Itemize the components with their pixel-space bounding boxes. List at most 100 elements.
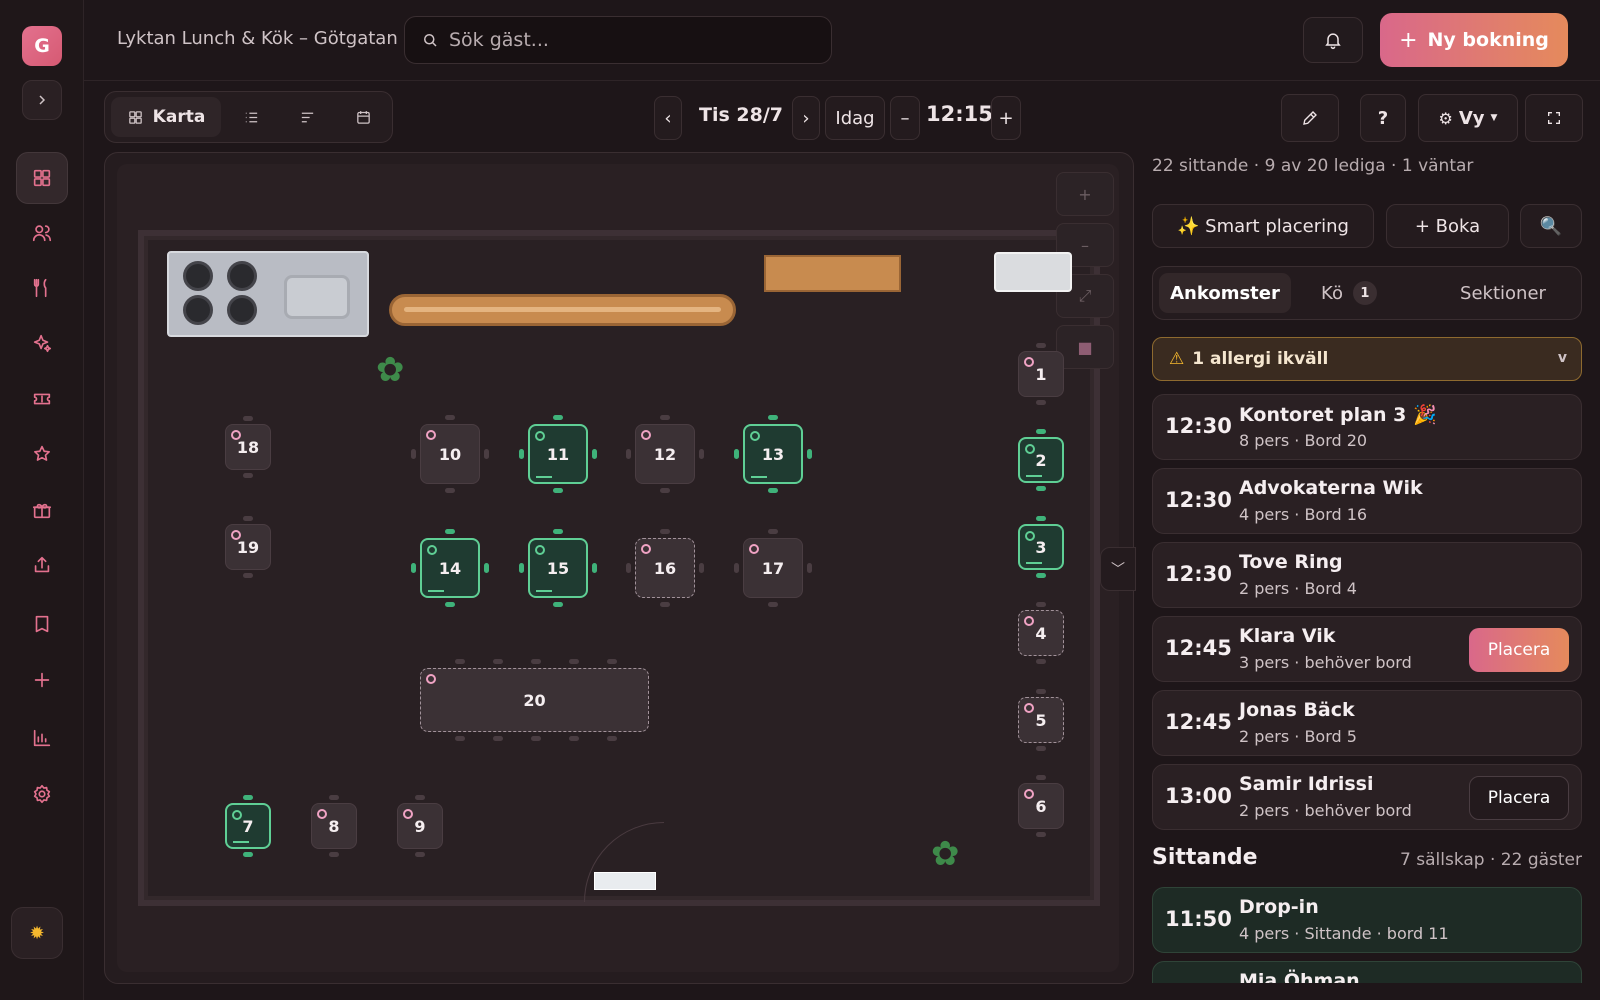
chair — [699, 449, 704, 459]
fullscreen-button[interactable] — [1525, 94, 1583, 142]
table-15[interactable]: 15 — [528, 538, 588, 598]
table-9[interactable]: 9 — [397, 803, 443, 849]
arrival-time: 12:30 — [1165, 414, 1232, 438]
arrival-row[interactable]: 12:30 Tove Ring 2 pers · Bord 4 — [1152, 542, 1582, 608]
time-plus-button[interactable]: + — [991, 96, 1021, 140]
prev-day-button[interactable]: ‹ — [654, 96, 682, 140]
table-19[interactable]: 19 — [225, 524, 271, 570]
search-box[interactable] — [404, 16, 832, 64]
search-guest-button[interactable]: 🔍 — [1520, 204, 1582, 248]
table-14[interactable]: 14 — [420, 538, 480, 598]
table-10[interactable]: 10 — [420, 424, 480, 484]
arrival-row[interactable]: 13:00 Samir Idrissi 2 pers · behöver bor… — [1152, 764, 1582, 830]
nav-ai[interactable] — [16, 317, 68, 369]
arrival-row[interactable]: 12:45 Jonas Bäck 2 pers · Bord 5 — [1152, 690, 1582, 756]
tab-sections[interactable]: Sektioner — [1433, 273, 1573, 313]
table-2[interactable]: 2 — [1018, 437, 1064, 483]
tab-arrivals[interactable]: Ankomster — [1159, 273, 1291, 313]
nav-settings[interactable] — [16, 768, 68, 820]
table-number: 16 — [653, 558, 677, 578]
table-number: 18 — [236, 437, 260, 457]
table-16[interactable]: 16 — [635, 538, 695, 598]
place-button[interactable]: Placera — [1469, 776, 1569, 820]
nav-guests[interactable] — [16, 207, 68, 259]
tab-map[interactable]: Karta — [111, 97, 221, 137]
nav-tickets[interactable] — [16, 373, 68, 425]
nav-stats[interactable] — [16, 712, 68, 764]
table-number: 15 — [546, 558, 570, 578]
zoom-in-button[interactable]: + — [1056, 172, 1114, 216]
table-4[interactable]: 4 — [1018, 610, 1064, 656]
table-20[interactable]: 20 — [420, 668, 649, 732]
edit-layout-button[interactable] — [1281, 94, 1339, 142]
chair — [660, 488, 670, 493]
chair — [660, 602, 670, 607]
arrival-meta: 2 pers · Bord 4 — [1239, 579, 1357, 598]
arrival-meta: 8 pers · Bord 20 — [1239, 431, 1368, 450]
nav-reviews[interactable] — [16, 428, 68, 480]
collapse-panel-button[interactable]: ﹀ — [1100, 547, 1136, 591]
nav-menu[interactable] — [16, 262, 68, 314]
nav-add[interactable] — [16, 654, 68, 706]
chair — [807, 563, 812, 573]
table-status-dot — [641, 544, 651, 554]
table-status-dot — [426, 430, 436, 440]
table-status-dot — [1024, 616, 1034, 626]
view-menu-button[interactable]: ⚙ Vy ▼ — [1418, 94, 1518, 142]
nav-floorplan[interactable] — [16, 152, 68, 204]
nav-bookings[interactable] — [16, 598, 68, 650]
table-7[interactable]: 7 — [225, 803, 271, 849]
search-input[interactable] — [449, 29, 809, 51]
tab-timeline[interactable] — [285, 97, 329, 137]
timeline-icon — [301, 112, 313, 122]
chevron-left-icon: ‹ — [664, 107, 672, 129]
time-minus-button[interactable]: – — [890, 96, 920, 140]
theme-toggle-button[interactable]: ✹ — [11, 907, 63, 959]
place-button[interactable]: Placera — [1469, 628, 1569, 672]
chair — [519, 563, 524, 573]
table-18[interactable]: 18 — [225, 424, 271, 470]
arrival-row[interactable]: 12:30 Kontoret plan 3 🎉 8 pers · Bord 20 — [1152, 394, 1582, 460]
tab-queue-label: Kö — [1321, 282, 1343, 304]
tab-queue[interactable]: Kö 1 — [1299, 273, 1399, 313]
occupancy-bar — [536, 476, 552, 478]
table-13[interactable]: 13 — [743, 424, 803, 484]
book-button[interactable]: + Boka — [1386, 204, 1509, 248]
save-layout-button[interactable]: ■ — [1056, 325, 1114, 369]
arrival-row[interactable]: 12:45 Klara Vik 3 pers · behöver bord Pla… — [1152, 616, 1582, 682]
seated-list: 11:50 Drop-in 4 pers · Sittande · bord 1… — [1152, 887, 1582, 983]
tab-list[interactable] — [229, 97, 273, 137]
table-6[interactable]: 6 — [1018, 783, 1064, 829]
today-button[interactable]: Idag — [825, 96, 885, 140]
table-8[interactable]: 8 — [311, 803, 357, 849]
smart-placement-button[interactable]: ✨ Smart placering — [1152, 204, 1374, 248]
bell-icon — [1325, 33, 1341, 50]
table-11[interactable]: 11 — [528, 424, 588, 484]
tab-calendar[interactable] — [341, 97, 385, 137]
table-3[interactable]: 3 — [1018, 524, 1064, 570]
current-time: 12:15 — [926, 102, 993, 126]
chair — [445, 602, 455, 607]
notifications-button[interactable] — [1303, 17, 1363, 63]
venue-logo[interactable]: G — [22, 26, 62, 66]
table-5[interactable]: 5 — [1018, 697, 1064, 743]
grid-icon — [33, 169, 51, 187]
table-status-dot — [1025, 444, 1035, 454]
help-button[interactable]: ? — [1360, 94, 1406, 142]
seated-row[interactable]: 11:50 Drop-in 4 pers · Sittande · bord 1… — [1152, 887, 1582, 953]
nav-export[interactable] — [16, 539, 68, 591]
table-number: 7 — [242, 816, 254, 836]
table-number: 13 — [761, 444, 785, 464]
allergy-alert[interactable]: ⚠ 1 allergi ikväll v — [1152, 337, 1582, 381]
new-booking-button[interactable]: + Ny bokning — [1380, 13, 1568, 67]
table-1[interactable]: 1 — [1018, 351, 1064, 397]
arrival-row[interactable]: 12:30 Advokaterna Wik 4 pers · Bord 16 — [1152, 468, 1582, 534]
magnifier-icon: 🔍 — [1539, 215, 1563, 237]
arrival-name: Tove Ring — [1239, 551, 1343, 573]
table-12[interactable]: 12 — [635, 424, 695, 484]
table-17[interactable]: 17 — [743, 538, 803, 598]
expand-sidebar-button[interactable] — [22, 80, 62, 120]
nav-giftcards[interactable] — [16, 484, 68, 536]
seated-row[interactable]: 12:00 Mia Öhman — [1152, 961, 1582, 983]
next-day-button[interactable]: › — [792, 96, 820, 140]
